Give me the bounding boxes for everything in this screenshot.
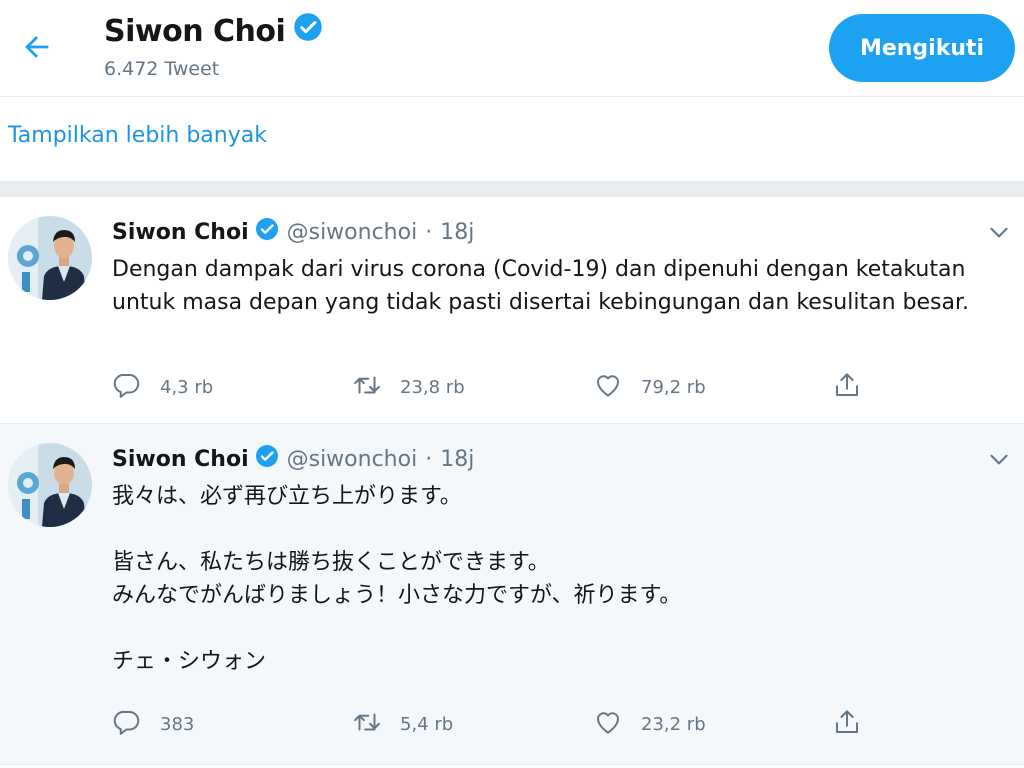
heart-icon [593, 707, 641, 742]
timeline-divider [0, 181, 1024, 197]
like-button[interactable]: 79,2 rb [593, 369, 706, 405]
tweet-author-name[interactable]: Siwon Choi [112, 220, 249, 245]
tweet-timestamp[interactable]: 18j [440, 220, 474, 245]
show-more-section: Tampilkan lebih banyak [0, 97, 1024, 181]
tweet-header: Siwon Choi @siwonchoi · 18j [112, 444, 474, 474]
tweet-author-handle[interactable]: @siwonchoi [287, 447, 418, 472]
tweet-author-handle[interactable]: @siwonchoi [287, 220, 418, 245]
tweet-author-name[interactable]: Siwon Choi [112, 447, 249, 472]
tweet-timestamp[interactable]: 18j [440, 447, 474, 472]
profile-header: Siwon Choi 6.472 Tweet Mengikuti [0, 0, 1024, 97]
tweet[interactable]: Siwon Choi @siwonchoi · 18j Dengan dampa… [0, 197, 1024, 424]
chevron-down-icon[interactable] [986, 446, 1012, 472]
profile-name: Siwon Choi [104, 13, 286, 49]
retweet-button[interactable]: 23,8 rb [352, 369, 465, 405]
share-icon [832, 707, 862, 742]
show-more-link[interactable]: Tampilkan lebih banyak [8, 123, 267, 148]
verified-badge-icon [255, 444, 279, 474]
reply-icon [112, 370, 160, 405]
reply-count: 383 [160, 713, 195, 735]
tweet-text: Dengan dampak dari virus corona (Covid-1… [112, 257, 973, 315]
tweet-actions: 4,3 rb 23,8 rb 79,2 rb [112, 369, 872, 405]
avatar[interactable] [8, 443, 92, 527]
like-button[interactable]: 23,2 rb [593, 706, 706, 742]
reply-button[interactable]: 4,3 rb [112, 369, 213, 405]
heart-icon [593, 370, 641, 405]
retweet-icon [352, 707, 400, 742]
separator-dot: · [425, 446, 433, 472]
retweet-count: 23,8 rb [400, 376, 465, 398]
share-icon [832, 370, 862, 405]
retweet-button[interactable]: 5,4 rb [352, 706, 453, 742]
reply-count: 4,3 rb [160, 376, 214, 398]
tweet[interactable]: Siwon Choi @siwonchoi · 18j 我々は、必ず再び立ち上が… [0, 424, 1024, 765]
tweet-actions: 383 5,4 rb 23,2 rb [112, 706, 872, 742]
share-button[interactable] [832, 706, 862, 742]
reply-button[interactable]: 383 [112, 706, 194, 742]
following-button[interactable]: Mengikuti [829, 14, 1015, 82]
chevron-down-icon[interactable] [986, 219, 1012, 245]
verified-badge-icon [255, 217, 279, 247]
avatar[interactable] [8, 216, 92, 300]
tweet-text: 我々は、必ず再び立ち上がります。 皆さん、私たちは勝ち抜くことができます。 みん… [112, 484, 682, 674]
reply-icon [112, 707, 160, 742]
separator-dot: · [425, 219, 433, 245]
like-count: 79,2 rb [641, 376, 706, 398]
verified-badge-icon [293, 12, 323, 50]
share-button[interactable] [832, 369, 862, 405]
back-arrow-icon[interactable] [20, 30, 54, 64]
like-count: 23,2 rb [641, 713, 706, 735]
tweet-header: Siwon Choi @siwonchoi · 18j [112, 217, 474, 247]
retweet-count: 5,4 rb [400, 713, 454, 735]
profile-title: Siwon Choi [104, 12, 323, 50]
tweet-count: 6.472 Tweet [104, 58, 220, 80]
retweet-icon [352, 370, 400, 405]
